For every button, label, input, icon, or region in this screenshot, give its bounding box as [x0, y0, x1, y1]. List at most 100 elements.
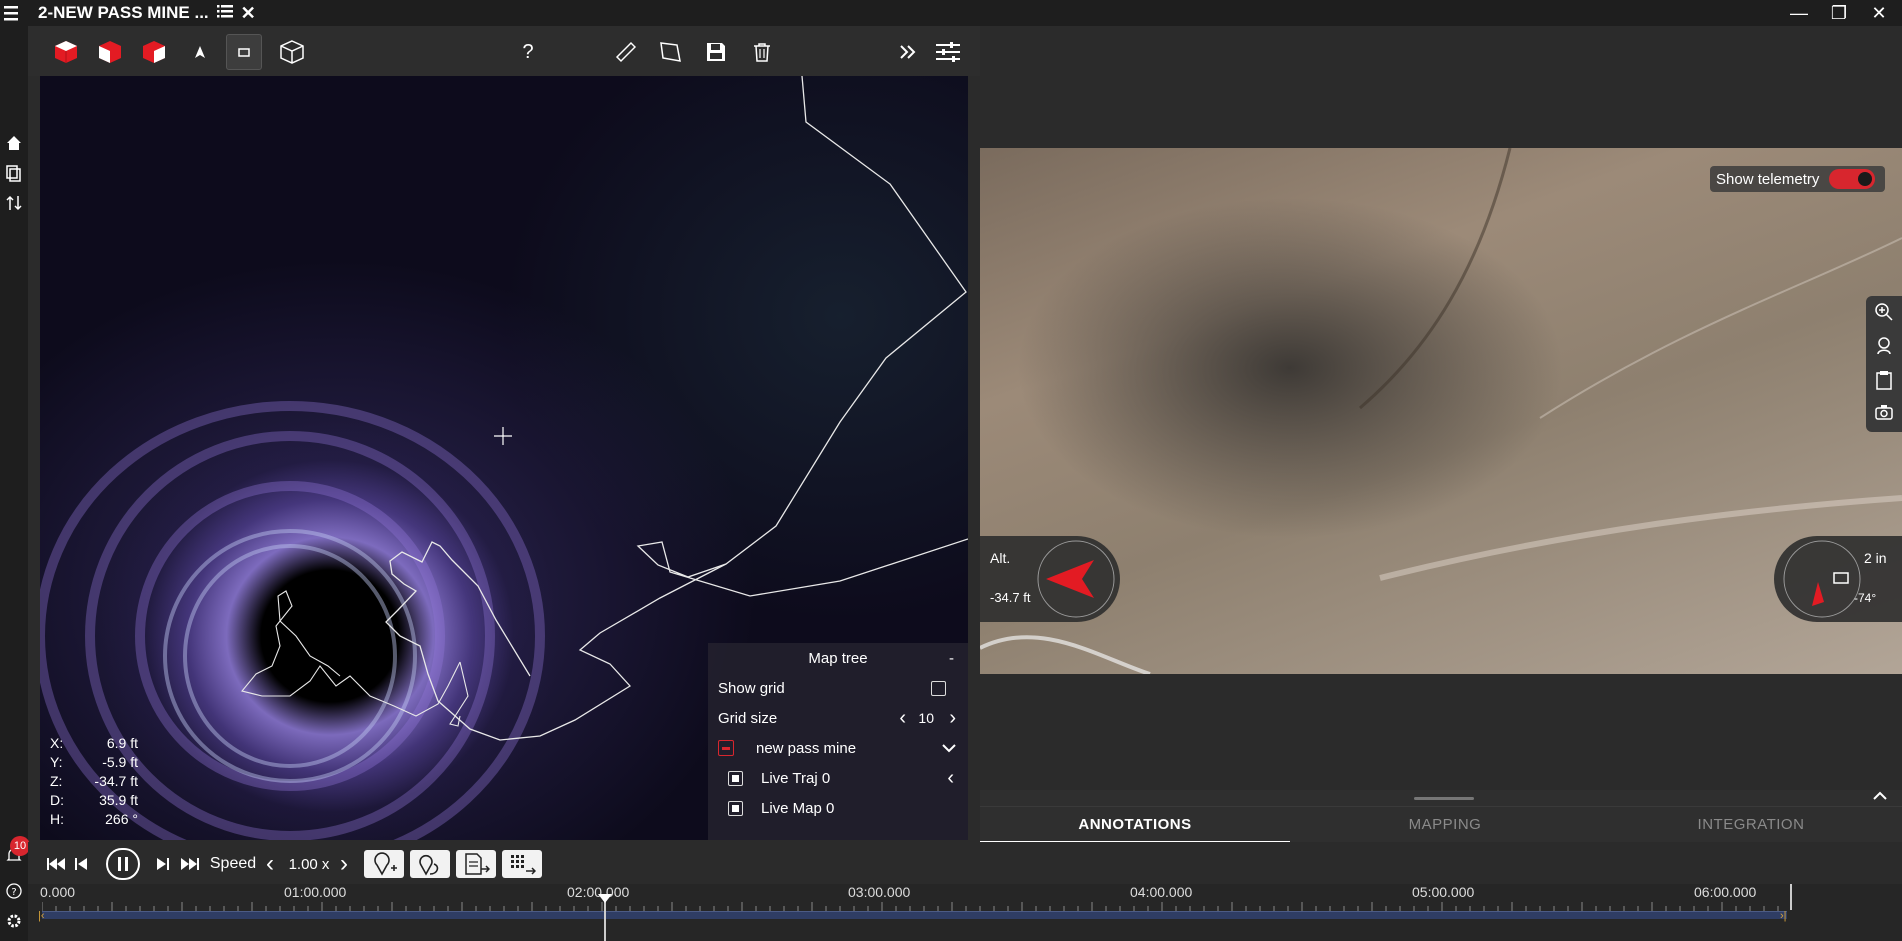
- cube-red-icon[interactable]: [94, 36, 126, 68]
- layer-row[interactable]: Live Map 0: [708, 793, 968, 823]
- add-marker-icon[interactable]: [364, 850, 404, 878]
- layer-row[interactable]: Live Traj 0 ‹: [708, 763, 968, 793]
- left-rail: ?: [0, 26, 28, 941]
- grid-size-row: Grid size ‹ 10 ›: [708, 703, 968, 733]
- viewport-toolbar: ?: [28, 26, 980, 76]
- sort-icon[interactable]: [0, 194, 28, 218]
- chevron-left-icon[interactable]: ‹: [947, 767, 954, 790]
- video-header-area: [980, 26, 1902, 148]
- coord-value: -34.7 ft: [94, 773, 138, 789]
- astronaut-icon[interactable]: [1872, 336, 1896, 360]
- timeline-label: 01:00.000: [284, 884, 347, 900]
- notification-badge: 10: [10, 836, 30, 856]
- panel-resize-handle[interactable]: [980, 790, 1902, 806]
- svg-text:?: ?: [11, 887, 16, 898]
- telemetry-label: Show telemetry: [1716, 170, 1820, 188]
- layer-name: Live Traj 0: [761, 769, 831, 787]
- polygon-icon[interactable]: [654, 36, 686, 68]
- tab-integration[interactable]: INTEGRATION: [1600, 807, 1902, 843]
- camera-icon[interactable]: [1872, 402, 1896, 426]
- coord-label: Z:: [50, 773, 63, 789]
- chevron-right-icon[interactable]: ›: [949, 707, 956, 730]
- help-button[interactable]: ?: [512, 36, 544, 68]
- skip-start-icon[interactable]: [44, 850, 68, 878]
- minimize-button[interactable]: —: [1786, 2, 1812, 24]
- coord-label: Y:: [50, 754, 63, 770]
- save-icon[interactable]: [700, 36, 732, 68]
- home-icon[interactable]: [0, 134, 28, 158]
- project-name: new pass mine: [756, 739, 857, 757]
- pause-button[interactable]: [106, 848, 140, 880]
- export-report-icon[interactable]: [456, 850, 496, 878]
- trash-icon[interactable]: [746, 36, 778, 68]
- close-tab-icon[interactable]: ✕: [241, 3, 256, 24]
- camera-dial-icon: [1783, 540, 1861, 618]
- coord-label: D:: [50, 792, 64, 808]
- coord-label: X:: [50, 735, 64, 751]
- list-icon[interactable]: [216, 3, 233, 23]
- show-grid-row: Show grid: [708, 673, 968, 703]
- telemetry-switch[interactable]: [1829, 169, 1876, 189]
- coord-label: H:: [50, 811, 64, 827]
- project-toggle-checkbox[interactable]: [718, 740, 734, 756]
- maximize-button[interactable]: ❐: [1826, 2, 1852, 24]
- document-title: 2-NEW PASS MINE ...: [38, 3, 209, 22]
- cursor-coordinates: X: 6.9 ft Y: -5.9 ft Z: -34.7 ft D: 35.9 ft …: [50, 734, 138, 829]
- north-arrow-icon[interactable]: [184, 36, 216, 68]
- copy-icon[interactable]: [0, 164, 28, 188]
- show-grid-checkbox[interactable]: [931, 680, 946, 696]
- timeline-end-handle[interactable]: ›|: [1780, 910, 1787, 922]
- timeline-track[interactable]: [42, 911, 1787, 919]
- ruler-icon[interactable]: [610, 36, 642, 68]
- document-tab[interactable]: 2-NEW PASS MINE ... ✕: [38, 0, 256, 26]
- camera-side-tools: [1866, 296, 1902, 432]
- camera-angle-gauge: 2 in -74°: [1774, 536, 1902, 622]
- coord-value: 6.9 ft: [106, 735, 138, 751]
- close-window-button[interactable]: ✕: [1866, 2, 1892, 24]
- map-tree-panel: Map tree - Show grid Grid size ‹ 10 › ne…: [708, 643, 968, 840]
- gear-icon[interactable]: [0, 912, 28, 936]
- marker-route-icon[interactable]: [410, 850, 450, 878]
- timeline-label: 04:00.000: [1130, 884, 1193, 900]
- chevron-left-icon[interactable]: ‹: [899, 707, 906, 730]
- collapse-button[interactable]: -: [949, 650, 954, 667]
- skip-end-icon[interactable]: [178, 850, 202, 878]
- map-tree-header: Map tree -: [708, 643, 968, 673]
- timeline-label: 05:00.000: [1412, 884, 1475, 900]
- timeline[interactable]: 0.000 01:00.000 02:00.000 03:00.000 04:0…: [28, 884, 1902, 941]
- timeline-label: 03:00.000: [848, 884, 911, 900]
- altitude-gauge: Alt. -34.7 ft: [980, 536, 1120, 622]
- menu-icon[interactable]: [2, 2, 24, 24]
- cube-red-icon[interactable]: [138, 36, 170, 68]
- settings-sliders-icon[interactable]: [932, 36, 964, 68]
- playhead-handle[interactable]: [598, 894, 612, 903]
- map-tree-title: Map tree: [808, 649, 868, 667]
- tab-annotations[interactable]: ANNOTATIONS: [980, 807, 1290, 843]
- coord-value: 266 °: [105, 811, 138, 827]
- speed-value: 1.00 x: [288, 855, 330, 873]
- timeline-label: 0.000: [40, 884, 76, 900]
- chevron-up-icon[interactable]: [1872, 788, 1888, 806]
- step-forward-icon[interactable]: [152, 850, 172, 878]
- chevron-left-icon[interactable]: ‹: [262, 850, 278, 878]
- zoom-in-icon[interactable]: [1872, 302, 1896, 326]
- telemetry-toggle[interactable]: Show telemetry: [1710, 166, 1886, 192]
- layer-checkbox[interactable]: [728, 770, 743, 786]
- export-grid-icon[interactable]: [502, 850, 542, 878]
- tab-mapping[interactable]: MAPPING: [1290, 807, 1600, 843]
- drag-handle[interactable]: [1414, 797, 1474, 800]
- timeline-start-handle[interactable]: |‹: [38, 910, 45, 922]
- expand-icon[interactable]: [892, 36, 924, 68]
- layer-checkbox[interactable]: [728, 800, 743, 816]
- top-view-icon[interactable]: [226, 34, 262, 70]
- grid-size-label: Grid size: [718, 709, 778, 727]
- project-row[interactable]: new pass mine: [708, 733, 968, 763]
- cube-outline-icon[interactable]: [276, 36, 308, 68]
- chevron-right-icon[interactable]: ›: [336, 850, 352, 878]
- clipboard-icon[interactable]: [1872, 370, 1896, 394]
- chevron-down-icon[interactable]: [942, 740, 956, 757]
- help-icon[interactable]: ?: [0, 882, 28, 906]
- coord-value: 35.9 ft: [99, 792, 138, 808]
- cube-red-icon[interactable]: [50, 36, 82, 68]
- step-back-icon[interactable]: [72, 850, 92, 878]
